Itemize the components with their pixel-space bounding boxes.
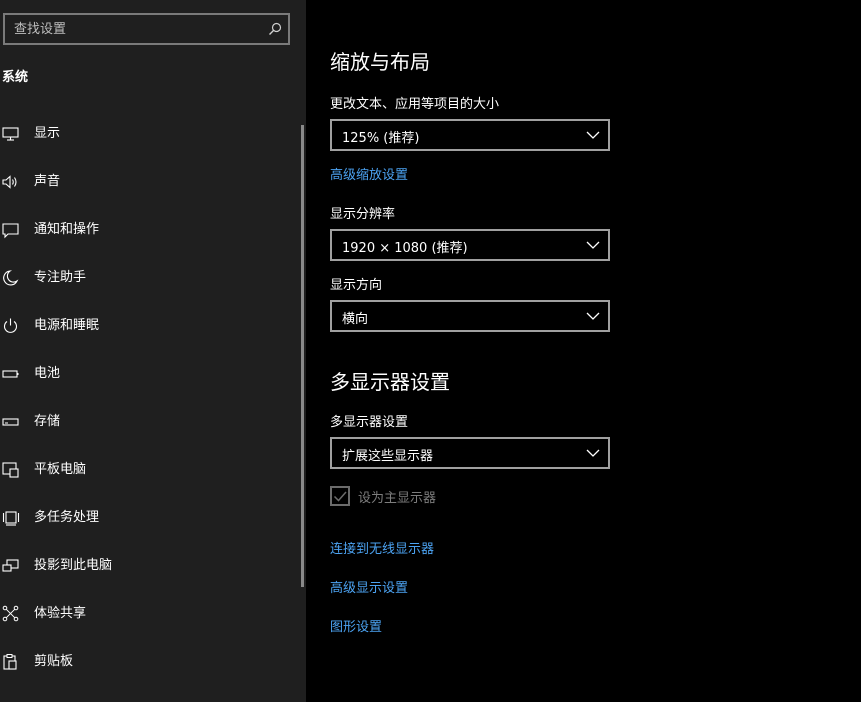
display-icon — [2, 127, 19, 141]
chevron-down-icon — [586, 449, 600, 457]
sidebar-item-label: 声音 — [34, 174, 61, 189]
main-display-checkbox[interactable] — [330, 486, 350, 506]
sidebar-item-label: 投影到此电脑 — [34, 558, 113, 573]
clipboard-icon — [3, 654, 17, 670]
project-icon — [2, 559, 19, 572]
sidebar-item-label: 通知和操作 — [34, 222, 100, 237]
search-input[interactable] — [5, 15, 264, 43]
checkmark-icon — [333, 491, 347, 502]
scale-dropdown-value: 125% (推荐) — [342, 131, 420, 146]
sidebar-item-label: 剪贴板 — [34, 654, 74, 669]
sidebar-item-focus-assist[interactable]: 专注助手 — [0, 254, 296, 302]
sidebar-item-sound[interactable]: 声音 — [0, 158, 296, 206]
resolution-label: 显示分辨率 — [330, 207, 396, 222]
orientation-dropdown-value: 横向 — [342, 312, 369, 327]
chevron-down-icon — [586, 131, 600, 139]
sidebar-item-label: 显示 — [34, 126, 61, 141]
scale-dropdown[interactable]: 125% (推荐) — [330, 119, 610, 151]
sidebar-item-notifications[interactable]: 通知和操作 — [0, 206, 296, 254]
multi-display-dropdown-value: 扩展这些显示器 — [342, 449, 434, 464]
sidebar-item-label: 体验共享 — [34, 606, 87, 621]
main-content: 缩放与布局 更改文本、应用等项目的大小 125% (推荐) 高级缩放设置 显示分… — [306, 0, 861, 702]
sidebar-item-label: 平板电脑 — [34, 462, 87, 477]
multi-display-label: 多显示器设置 — [330, 415, 409, 430]
search-icon[interactable] — [268, 22, 282, 36]
sidebar-item-battery[interactable]: 电池 — [0, 350, 296, 398]
sidebar-item-clipboard[interactable]: 剪贴板 — [0, 638, 296, 686]
sidebar-item-label: 专注助手 — [34, 270, 87, 285]
sidebar-item-label: 存储 — [34, 414, 61, 429]
connect-wireless-display-link[interactable]: 连接到无线显示器 — [330, 538, 434, 557]
settings-window: 系统 显示 声音 — [0, 0, 861, 702]
sidebar-scrollbar[interactable] — [301, 125, 304, 587]
share-icon — [2, 605, 19, 622]
sidebar-item-tablet[interactable]: 平板电脑 — [0, 446, 296, 494]
sidebar-nav: 显示 声音 通知和操作 专注助手 电源和睡眠 电池 存储 平板电脑 多任务处理 … — [0, 110, 296, 686]
orientation-label: 显示方向 — [330, 278, 383, 293]
notification-icon — [2, 223, 19, 239]
multi-display-dropdown[interactable]: 扩展这些显示器 — [330, 437, 610, 469]
graphics-settings-link[interactable]: 图形设置 — [330, 616, 382, 635]
resolution-dropdown-value: 1920 × 1080 (推荐) — [342, 241, 468, 256]
tablet-icon — [2, 462, 19, 478]
sidebar: 系统 显示 声音 — [0, 0, 306, 702]
sidebar-item-multitasking[interactable]: 多任务处理 — [0, 494, 296, 542]
sidebar-item-display[interactable]: 显示 — [0, 110, 296, 158]
sidebar-item-power[interactable]: 电源和睡眠 — [0, 302, 296, 350]
scale-label: 更改文本、应用等项目的大小 — [330, 97, 500, 112]
power-icon — [3, 318, 18, 333]
sound-icon — [2, 175, 17, 189]
sidebar-item-project[interactable]: 投影到此电脑 — [0, 542, 296, 590]
sidebar-item-label: 电池 — [34, 366, 61, 381]
multitask-icon — [2, 511, 20, 526]
search-box[interactable] — [3, 13, 290, 45]
resolution-dropdown[interactable]: 1920 × 1080 (推荐) — [330, 229, 610, 261]
sidebar-item-label: 电源和睡眠 — [34, 318, 100, 333]
multi-display-heading: 多显示器设置 — [330, 370, 450, 394]
advanced-display-settings-link[interactable]: 高级显示设置 — [330, 577, 408, 596]
chevron-down-icon — [586, 241, 600, 249]
storage-icon — [2, 418, 19, 426]
sidebar-item-shared-experiences[interactable]: 体验共享 — [0, 590, 296, 638]
chevron-down-icon — [586, 312, 600, 320]
sidebar-title: 系统 — [2, 70, 29, 85]
orientation-dropdown[interactable]: 横向 — [330, 300, 610, 332]
sidebar-item-storage[interactable]: 存储 — [0, 398, 296, 446]
main-display-checkbox-label: 设为主显示器 — [358, 491, 437, 506]
scale-layout-heading: 缩放与布局 — [330, 50, 430, 74]
battery-icon — [2, 370, 19, 378]
sidebar-item-label: 多任务处理 — [34, 510, 100, 525]
moon-icon — [3, 270, 19, 286]
advanced-scaling-link[interactable]: 高级缩放设置 — [330, 164, 408, 183]
